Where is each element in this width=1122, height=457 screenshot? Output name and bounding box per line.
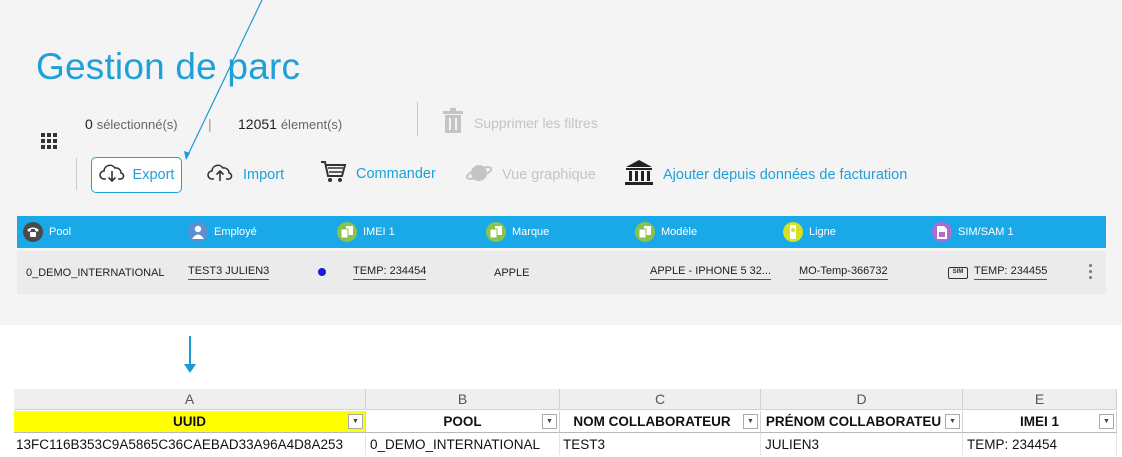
column-header-brand[interactable]: Marque bbox=[486, 216, 549, 248]
cart-icon bbox=[320, 160, 347, 188]
user-icon bbox=[188, 222, 208, 242]
header-nom-collaborateur[interactable]: NOM COLLABORATEUR ▼ bbox=[560, 411, 761, 433]
graph-view-button[interactable]: Vue graphique bbox=[465, 163, 596, 187]
sheet-column-a[interactable]: A bbox=[14, 389, 366, 410]
selected-count: 0 sélectionné(s) bbox=[85, 116, 178, 132]
header-label: PRÉNOM COLLABORATEU bbox=[765, 414, 942, 429]
column-label: SIM/SAM 1 bbox=[958, 226, 1014, 238]
column-label: Ligne bbox=[809, 226, 836, 238]
filter-dropdown-icon[interactable]: ▼ bbox=[348, 414, 363, 429]
column-label: Modèle bbox=[661, 226, 698, 238]
filter-dropdown-icon[interactable]: ▼ bbox=[1099, 414, 1114, 429]
column-header-line[interactable]: Ligne bbox=[783, 216, 836, 248]
imei-link[interactable]: TEMP: 234454 bbox=[353, 265, 427, 280]
total-count: 12051 élement(s) bbox=[238, 116, 342, 132]
device-icon bbox=[337, 222, 357, 242]
page-title: Gestion de parc bbox=[36, 46, 301, 87]
sheet-column-b[interactable]: B bbox=[366, 389, 560, 410]
filter-dropdown-icon[interactable]: ▼ bbox=[945, 414, 960, 429]
sim-icon bbox=[932, 222, 952, 242]
import-label: Import bbox=[243, 167, 285, 183]
column-header-pool[interactable]: Pool bbox=[23, 216, 71, 248]
header-label: POOL bbox=[443, 414, 482, 429]
cell-line[interactable]: MO-Temp-366732 bbox=[799, 251, 888, 294]
cell-imei[interactable]: TEMP: 234454 bbox=[353, 251, 427, 294]
phone-icon bbox=[23, 222, 43, 242]
sheet-cell-nom[interactable]: TEST3 bbox=[560, 433, 761, 455]
planet-icon bbox=[465, 163, 493, 187]
header-imei[interactable]: IMEI 1 ▼ bbox=[963, 411, 1117, 433]
table-row[interactable]: 0_DEMO_INTERNATIONAL TEST3 JULIEN3 TEMP:… bbox=[17, 251, 1106, 294]
cloud-download-icon bbox=[98, 163, 125, 187]
column-header-imei[interactable]: IMEI 1 bbox=[337, 216, 395, 248]
header-label: IMEI 1 bbox=[1019, 414, 1059, 429]
sheet-cell-imei[interactable]: TEMP: 234454 bbox=[963, 433, 1117, 455]
cell-sim[interactable]: SIM TEMP: 234455 bbox=[948, 251, 1048, 294]
divider bbox=[76, 158, 77, 190]
sheet-cell-prenom[interactable]: JULIEN3 bbox=[761, 433, 963, 455]
cell-model[interactable]: APPLE - IPHONE 5 32... bbox=[650, 251, 772, 294]
sheet-cell-uuid[interactable]: 13FC116B353C9A5865C36CAEBAD33A96A4D8A253 bbox=[14, 433, 366, 455]
selected-count-label: sélectionné(s) bbox=[96, 117, 178, 132]
column-label: Marque bbox=[512, 226, 550, 238]
header-label: UUID bbox=[173, 414, 206, 429]
header-label: NOM COLLABORATEUR bbox=[573, 414, 731, 429]
device-icon bbox=[486, 222, 506, 242]
header-prenom-collaborateur[interactable]: PRÉNOM COLLABORATEU ▼ bbox=[761, 411, 963, 433]
graph-view-label: Vue graphique bbox=[502, 167, 596, 183]
clear-filters-label: Supprimer les filtres bbox=[474, 114, 598, 131]
export-button[interactable]: Export bbox=[91, 157, 182, 193]
grid-icon[interactable] bbox=[41, 133, 57, 149]
total-count-label: élement(s) bbox=[280, 117, 343, 132]
model-link[interactable]: APPLE - IPHONE 5 32... bbox=[650, 265, 772, 280]
column-label: IMEI 1 bbox=[363, 226, 395, 238]
sim-card-icon: SIM bbox=[948, 266, 968, 279]
app-panel: Gestion de parc 0 sélectionné(s) | 12051… bbox=[0, 0, 1122, 325]
cell-employee[interactable]: TEST3 JULIEN3 bbox=[188, 251, 270, 294]
bank-icon bbox=[625, 160, 653, 190]
filter-active-icon[interactable]: ▼ bbox=[743, 414, 758, 429]
device-icon bbox=[635, 222, 655, 242]
row-menu-icon[interactable] bbox=[1088, 264, 1092, 282]
filter-dropdown-icon[interactable]: ▼ bbox=[542, 414, 557, 429]
order-label: Commander bbox=[356, 166, 436, 182]
clear-filters-button[interactable]: Supprimer les filtres bbox=[442, 108, 598, 137]
column-header-sim[interactable]: SIM/SAM 1 bbox=[932, 216, 1014, 248]
selected-count-value: 0 bbox=[85, 116, 93, 132]
spreadsheet: A B C D E UUID ▼ POOL ▼ NOM COLLABORATEU… bbox=[14, 389, 1117, 457]
header-uuid[interactable]: UUID ▼ bbox=[14, 411, 366, 433]
sim-link[interactable]: TEMP: 234455 bbox=[974, 265, 1048, 280]
employee-link[interactable]: TEST3 JULIEN3 bbox=[188, 265, 270, 280]
line-link[interactable]: MO-Temp-366732 bbox=[799, 265, 888, 280]
table-header: Pool Employé IMEI 1 Marque Modèle Ligne … bbox=[17, 216, 1106, 248]
sheet-column-e[interactable]: E bbox=[963, 389, 1117, 410]
column-header-model[interactable]: Modèle bbox=[635, 216, 697, 248]
add-from-billing-button[interactable]: Ajouter depuis données de facturation bbox=[625, 160, 907, 190]
sheet-column-d[interactable]: D bbox=[761, 389, 963, 410]
column-header-employee[interactable]: Employé bbox=[188, 216, 257, 248]
count-separator: | bbox=[208, 116, 212, 132]
divider bbox=[417, 102, 418, 136]
cell-brand: APPLE bbox=[494, 266, 530, 279]
trash-icon bbox=[442, 108, 464, 137]
column-label: Employé bbox=[214, 226, 257, 238]
total-count-value: 12051 bbox=[238, 116, 277, 132]
cloud-upload-icon bbox=[207, 163, 233, 187]
header-pool[interactable]: POOL ▼ bbox=[366, 411, 560, 433]
cell-pool: 0_DEMO_INTERNATIONAL bbox=[26, 266, 165, 279]
column-label: Pool bbox=[49, 226, 72, 238]
sheet-column-c[interactable]: C bbox=[560, 389, 761, 410]
export-label: Export bbox=[132, 167, 175, 183]
order-button[interactable]: Commander bbox=[320, 160, 436, 188]
status-dot bbox=[318, 268, 326, 276]
import-button[interactable]: Import bbox=[207, 163, 284, 187]
line-icon bbox=[783, 222, 803, 242]
sheet-cell-pool[interactable]: 0_DEMO_INTERNATIONAL bbox=[366, 433, 560, 455]
add-from-billing-label: Ajouter depuis données de facturation bbox=[663, 167, 908, 183]
